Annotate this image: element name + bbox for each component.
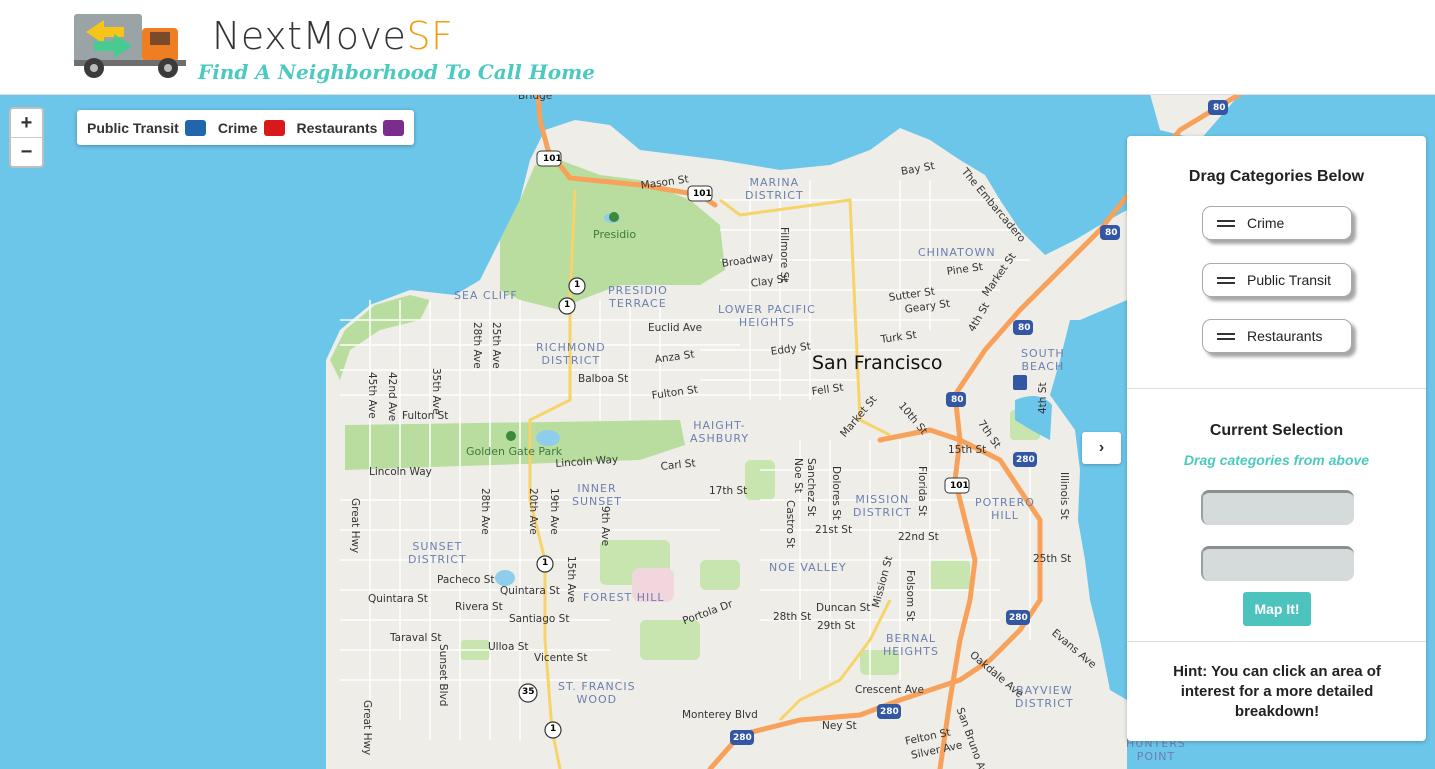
zoom-out-button[interactable]: − <box>11 138 42 166</box>
legend-item-restaurants: Restaurants <box>296 119 405 136</box>
map-legend: Public Transit Crime Restaurants <box>77 110 415 145</box>
category-label: Restaurants <box>1247 328 1323 344</box>
legend-swatch <box>263 119 285 136</box>
legend-label: Public Transit <box>87 119 179 136</box>
current-selection-title: Current Selection <box>1209 422 1344 439</box>
category-panel: Drag Categories Below Crime Public Trans… <box>1127 136 1426 741</box>
legend-item-crime: Crime <box>217 119 285 136</box>
zoom-control: + − <box>9 107 44 168</box>
truck-logo-icon[interactable] <box>72 10 190 82</box>
app-title[interactable]: NextMoveSF <box>212 14 453 58</box>
legend-label: Crime <box>217 119 258 136</box>
legend-swatch <box>184 119 206 136</box>
drop-slot[interactable] <box>1201 546 1354 581</box>
hint-text: Hint: You can click an area of interest … <box>1173 663 1381 720</box>
drag-categories-title: Drag Categories Below <box>1188 168 1365 185</box>
current-selection-section: Current Selection Drag categories from a… <box>1127 389 1426 642</box>
category-label: Public Transit <box>1247 272 1332 288</box>
drag-handle-icon[interactable] <box>1217 217 1235 230</box>
category-crime[interactable]: Crime <box>1202 206 1352 240</box>
app-header: NextMoveSF Find A Neighborhood To Call H… <box>0 0 1435 95</box>
selection-hint: Drag categories from above <box>1183 452 1370 468</box>
drag-handle-icon[interactable] <box>1217 274 1235 287</box>
legend-item-public-transit: Public Transit <box>87 119 206 136</box>
category-label: Crime <box>1247 215 1285 231</box>
drag-handle-icon[interactable] <box>1217 330 1235 343</box>
hint-section: Hint: You can click an area of interest … <box>1127 642 1426 741</box>
panel-toggle-button[interactable]: › <box>1082 432 1121 464</box>
drop-slot[interactable] <box>1201 490 1354 525</box>
category-public-transit[interactable]: Public Transit <box>1202 263 1352 297</box>
category-restaurants[interactable]: Restaurants <box>1202 319 1352 353</box>
drag-categories-section: Drag Categories Below Crime Public Trans… <box>1127 136 1426 389</box>
legend-swatch <box>383 119 405 136</box>
zoom-in-button[interactable]: + <box>11 109 42 138</box>
chevron-right-icon: › <box>1098 439 1105 456</box>
app-tagline: Find A Neighborhood To Call Home <box>198 60 595 84</box>
map-it-button[interactable]: Map It! <box>1243 592 1311 626</box>
legend-label: Restaurants <box>296 119 378 136</box>
